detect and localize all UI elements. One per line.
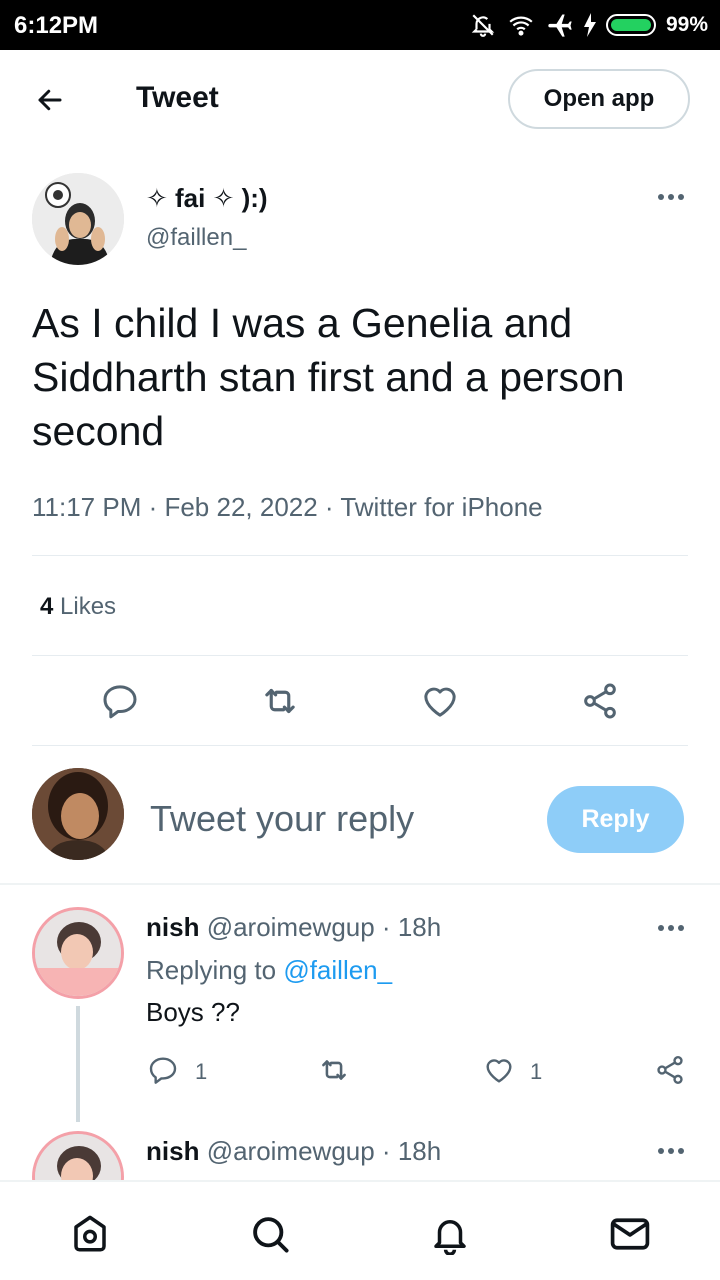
- likes-count[interactable]: 4 Likes: [40, 593, 116, 621]
- battery-fill: [610, 19, 651, 31]
- mail-icon: [610, 1218, 650, 1250]
- retweet-icon: [322, 1060, 346, 1080]
- nav-notifications[interactable]: [428, 1212, 472, 1256]
- reply-avatar-image: [35, 910, 121, 996]
- reply-author-name[interactable]: nish: [146, 912, 199, 942]
- heart-icon: [424, 687, 456, 717]
- reply-comment-action[interactable]: [145, 1052, 181, 1088]
- replying-to: Replying to @faillen_: [146, 955, 392, 986]
- nav-messages[interactable]: [608, 1212, 652, 1256]
- my-avatar-image: [32, 768, 124, 860]
- more-options-icon[interactable]: [656, 187, 686, 207]
- my-avatar: [32, 768, 124, 860]
- divider: [32, 655, 688, 656]
- reply-header: nish @aroimewgup · 18h: [146, 912, 441, 943]
- reply-button[interactable]: Reply: [547, 786, 684, 853]
- home-icon: [74, 1215, 106, 1252]
- open-app-button[interactable]: Open app: [508, 69, 690, 129]
- likes-number: 4: [40, 593, 54, 620]
- reply-author-name[interactable]: nish: [146, 1136, 199, 1166]
- author-name[interactable]: ✧ fai ✧ ):): [146, 183, 268, 214]
- reply-more-options-icon[interactable]: [656, 1141, 686, 1161]
- reply-comment-count: 1: [195, 1059, 208, 1084]
- search-icon: [253, 1217, 289, 1253]
- top-bar: Tweet Open app: [0, 50, 720, 150]
- share-icon: [657, 1056, 683, 1084]
- battery-percent: 99%: [665, 13, 708, 36]
- back-button[interactable]: [30, 80, 70, 120]
- section-divider: [0, 883, 720, 885]
- reply-more-options-icon[interactable]: [656, 918, 686, 938]
- reply-handle-time[interactable]: @aroimewgup · 18h: [207, 912, 442, 942]
- nav-search[interactable]: [248, 1212, 292, 1256]
- author-avatar-image: [32, 173, 124, 265]
- reply-handle-time[interactable]: @aroimewgup · 18h: [207, 1136, 442, 1166]
- charging-icon: [583, 13, 596, 37]
- share-action[interactable]: [578, 679, 622, 723]
- reply-retweet-action[interactable]: [316, 1052, 352, 1088]
- share-icon: [584, 683, 616, 719]
- likes-label: Likes: [60, 593, 117, 620]
- status-icons: 99%: [470, 10, 708, 40]
- reply-avatar[interactable]: [32, 907, 124, 999]
- reply-like-action[interactable]: [481, 1052, 517, 1088]
- comment-icon: [103, 685, 137, 719]
- retweet-icon: [265, 688, 295, 714]
- reply-like-count: 1: [530, 1059, 543, 1084]
- replying-to-label: Replying to: [146, 955, 277, 985]
- reply-input[interactable]: Tweet your reply: [150, 798, 414, 840]
- status-bar: 6:12PM 99%: [0, 0, 720, 50]
- comment-icon: [149, 1057, 177, 1084]
- divider: [32, 745, 688, 746]
- battery-icon: [605, 14, 656, 36]
- reply-action[interactable]: [98, 679, 142, 723]
- reply-header: nish @aroimewgup · 18h: [146, 1136, 441, 1167]
- thread-line: [76, 1006, 80, 1122]
- tweet-meta: 11:17 PM · Feb 22, 2022 · Twitter for iP…: [32, 492, 543, 522]
- retweet-action[interactable]: [258, 679, 302, 723]
- nav-home[interactable]: [68, 1212, 112, 1256]
- notifications-off-icon: [471, 14, 495, 37]
- replying-to-mention[interactable]: @faillen_: [283, 955, 392, 985]
- like-action[interactable]: [418, 679, 462, 723]
- divider: [32, 555, 688, 556]
- airplane-mode-icon: [548, 14, 572, 37]
- reply-share-action[interactable]: [652, 1052, 688, 1088]
- reply-text: Boys ??: [146, 997, 240, 1027]
- bell-icon: [434, 1220, 466, 1255]
- author-handle[interactable]: @faillen_: [146, 224, 246, 252]
- status-time: 6:12PM: [14, 12, 99, 39]
- wifi-icon: [509, 16, 533, 36]
- page-title: Tweet: [136, 81, 219, 114]
- heart-icon: [486, 1059, 512, 1083]
- tweet-text: As I child I was a Genelia and Siddharth…: [32, 300, 625, 454]
- bottom-nav: [0, 1180, 720, 1280]
- author-avatar[interactable]: [32, 173, 124, 265]
- arrow-left-icon: [38, 89, 62, 111]
